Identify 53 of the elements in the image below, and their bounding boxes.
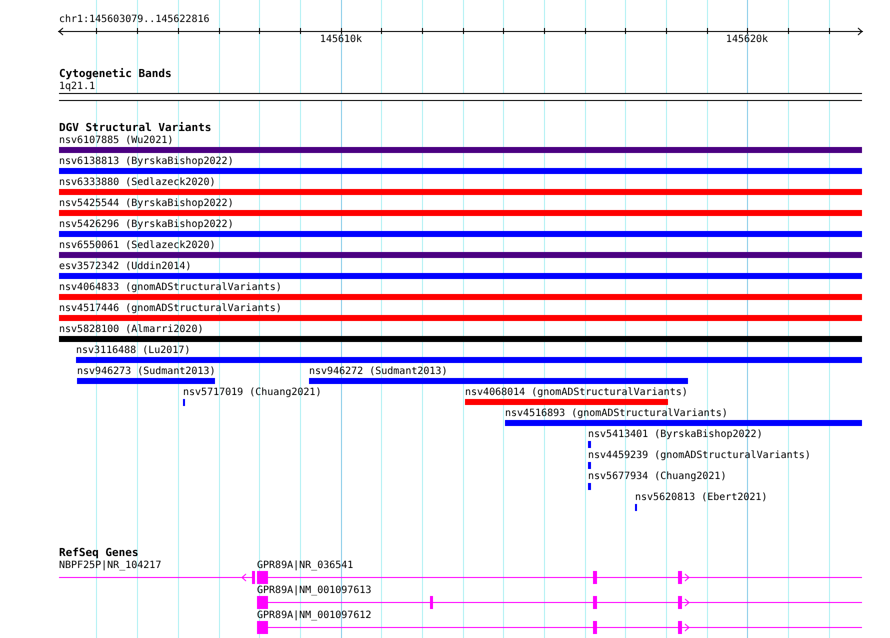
track-title: Cytogenetic Bands xyxy=(58,68,173,79)
feature-label: nsv5828100 (Almarri2020) xyxy=(59,324,204,335)
feature-label: nsv6107885 (Wu2021) xyxy=(59,135,174,146)
band-label: 1q21.1 xyxy=(59,81,96,92)
gene-label: GPR89A|NM_001097612 xyxy=(257,610,372,621)
location-label: chr1:145603079..145622816 xyxy=(59,14,210,25)
feature-label: nsv5717019 (Chuang2021) xyxy=(183,387,322,398)
feature-label: nsv4064833 (gnomADStructuralVariants) xyxy=(59,282,282,293)
track-title: DGV Structural Variants xyxy=(58,122,212,133)
feature-bar[interactable] xyxy=(59,231,862,237)
feature-bar[interactable] xyxy=(309,378,688,384)
feature-label: nsv4068014 (gnomADStructuralVariants) xyxy=(465,387,688,398)
feature-bar[interactable] xyxy=(59,252,862,258)
gene-label: GPR89A|NR_036541 xyxy=(257,560,354,571)
scale-label: 145620k xyxy=(726,34,768,45)
gene-model-drawing[interactable] xyxy=(257,571,862,584)
track-title: RefSeq Genes xyxy=(58,547,140,558)
feature-bar[interactable] xyxy=(59,210,862,216)
feature-bar[interactable] xyxy=(76,357,862,363)
feature-bar[interactable] xyxy=(59,336,862,342)
feature-bar[interactable] xyxy=(59,294,862,300)
feature-label: nsv5620813 (Ebert2021) xyxy=(635,492,768,503)
feature-bar[interactable] xyxy=(465,399,668,405)
scale-label: 145610k xyxy=(320,34,362,45)
feature-bar[interactable] xyxy=(505,420,862,426)
feature-bar[interactable] xyxy=(59,168,862,174)
feature-bar[interactable] xyxy=(588,483,591,490)
feature-bar[interactable] xyxy=(588,441,591,448)
feature-label: nsv5426296 (ByrskaBishop2022) xyxy=(59,219,234,230)
feature-label: esv3572342 (Uddin2014) xyxy=(59,261,192,272)
feature-bar[interactable] xyxy=(59,189,862,195)
feature-bar[interactable] xyxy=(59,147,862,153)
feature-label: nsv5677934 (Chuang2021) xyxy=(588,471,726,482)
gene-label: NBPF25P|NR_104217 xyxy=(59,560,162,571)
feature-label: nsv6333880 (Sedlazeck2020) xyxy=(59,177,216,188)
feature-bar[interactable] xyxy=(59,273,862,279)
gene-label: GPR89A|NM_001097613 xyxy=(257,585,372,596)
feature-bar[interactable] xyxy=(588,462,591,469)
feature-label: nsv6138813 (ByrskaBishop2022) xyxy=(59,156,234,167)
feature-label: nsv6550061 (Sedlazeck2020) xyxy=(59,240,216,251)
feature-label: nsv3116488 (Lu2017) xyxy=(76,345,190,356)
feature-bar[interactable] xyxy=(77,378,215,384)
feature-label: nsv946272 (Sudmant2013) xyxy=(309,366,448,377)
feature-label: nsv946273 (Sudmant2013) xyxy=(77,366,216,377)
feature-label: nsv4516893 (gnomADStructuralVariants) xyxy=(505,408,728,419)
gene-model-drawing[interactable] xyxy=(59,571,255,584)
feature-label: nsv4459239 (gnomADStructuralVariants) xyxy=(588,450,811,461)
gene-model-drawing[interactable] xyxy=(257,596,862,609)
feature-label: nsv4517446 (gnomADStructuralVariants) xyxy=(59,303,282,314)
feature-label: nsv5425544 (ByrskaBishop2022) xyxy=(59,198,234,209)
feature-bar[interactable] xyxy=(59,315,862,321)
gene-model-drawing[interactable] xyxy=(257,621,862,634)
feature-label: nsv5413401 (ByrskaBishop2022) xyxy=(588,429,763,440)
